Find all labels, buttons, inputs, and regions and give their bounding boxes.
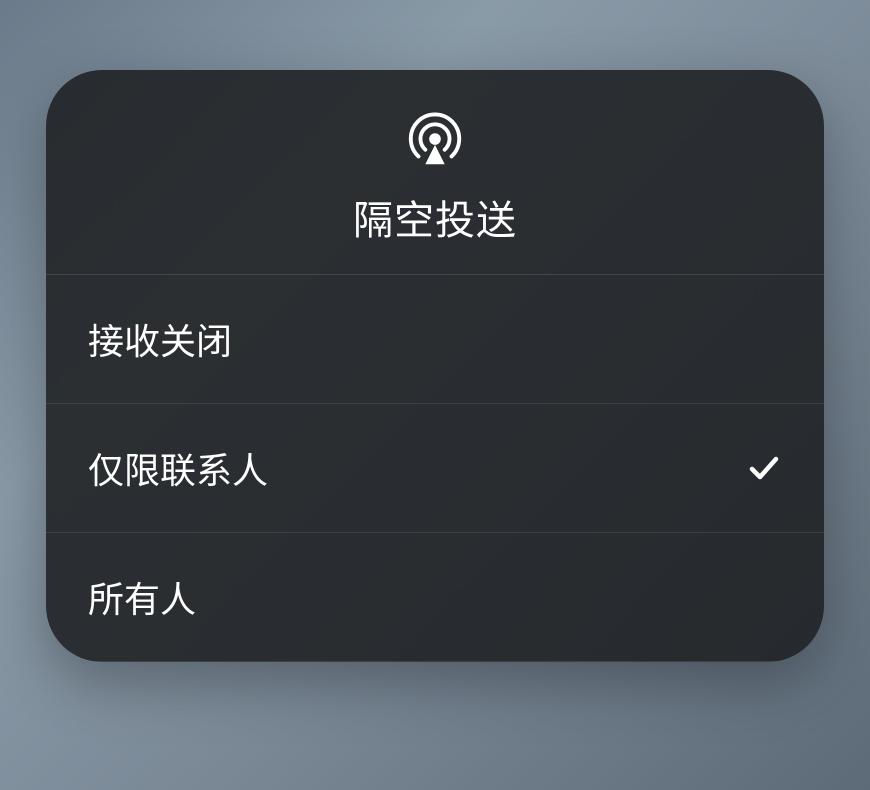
option-contacts-only[interactable]: 仅限联系人 (46, 404, 824, 533)
option-label: 所有人 (88, 571, 196, 623)
airdrop-icon (404, 108, 466, 170)
option-everyone[interactable]: 所有人 (46, 533, 824, 662)
panel-header: 隔空投送 (46, 70, 824, 275)
checkmark-icon (746, 450, 782, 486)
option-label: 接收关闭 (88, 313, 232, 365)
panel-title: 隔空投送 (353, 188, 517, 246)
option-list: 接收关闭 仅限联系人 所有人 (46, 275, 824, 662)
option-receiving-off[interactable]: 接收关闭 (46, 275, 824, 404)
option-label: 仅限联系人 (88, 442, 268, 494)
airdrop-panel: 隔空投送 接收关闭 仅限联系人 所有人 (46, 70, 824, 662)
